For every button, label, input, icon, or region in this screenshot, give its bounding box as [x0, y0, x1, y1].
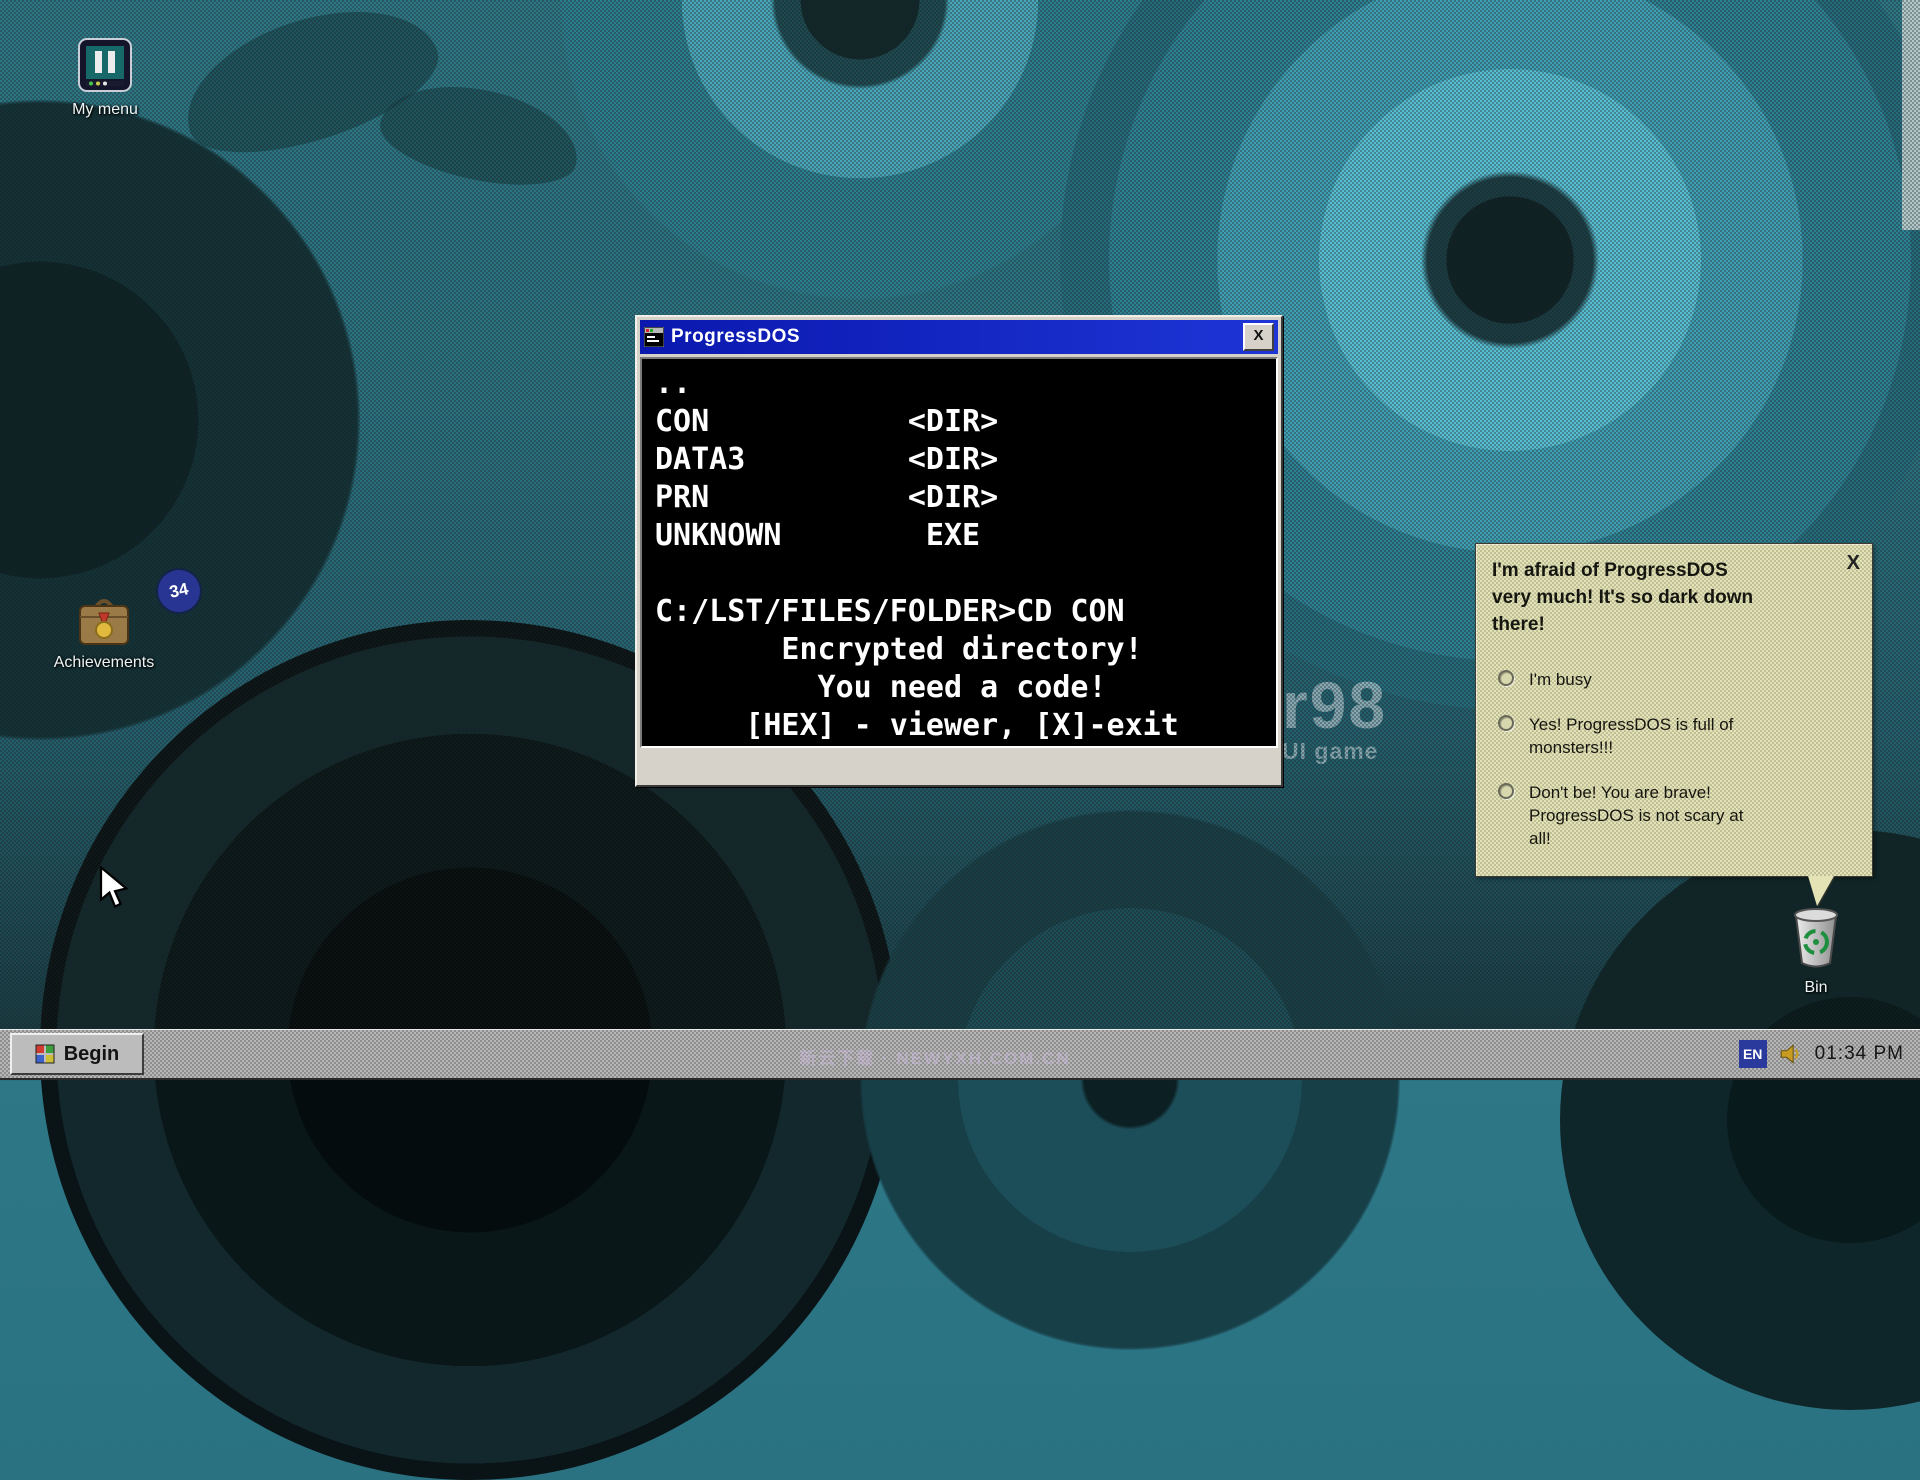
clock[interactable]: 01:34 PM — [1815, 1043, 1904, 1065]
wallpaper-watermark-line2: UI game — [1282, 740, 1387, 763]
option-im-busy[interactable]: I'm busy — [1498, 668, 1856, 691]
option-not-scary[interactable]: Don't be! You are brave! ProgressDOS is … — [1498, 781, 1856, 850]
recycle-bin-icon — [1787, 904, 1845, 970]
begin-logo-icon — [35, 1044, 55, 1064]
wallpaper-highlight — [1902, 0, 1920, 230]
close-icon[interactable]: X — [1847, 552, 1860, 575]
radio-icon[interactable] — [1498, 715, 1514, 731]
begin-button[interactable]: Begin — [10, 1033, 144, 1075]
option-label: I'm busy — [1529, 668, 1764, 691]
system-tray: EN 01:34 PM — [1739, 1040, 1910, 1068]
radio-icon[interactable] — [1498, 670, 1514, 686]
option-label: Don't be! You are brave! ProgressDOS is … — [1529, 781, 1764, 850]
desktop-icon-label: Achievements — [28, 654, 180, 672]
radio-icon[interactable] — [1498, 783, 1514, 799]
wallpaper-disc — [1560, 830, 1920, 1410]
progressdos-window: ProgressDOS X .. CON <DIR> DATA3 <DIR> P… — [635, 315, 1283, 787]
option-label: Yes! ProgressDOS is full of monsters!!! — [1529, 713, 1764, 759]
close-button[interactable]: X — [1243, 323, 1274, 351]
speaker-icon[interactable] — [1778, 1041, 1804, 1067]
my-menu-icon — [78, 38, 132, 92]
balloon-tail — [1808, 876, 1834, 906]
ms-dos-icon — [644, 327, 664, 347]
wallpaper-watermark: r98 UI game — [1282, 672, 1387, 763]
begin-button-label: Begin — [64, 1043, 120, 1066]
window-titlebar[interactable]: ProgressDOS X — [640, 320, 1278, 354]
balloon-message: I'm afraid of ProgressDOS very much! It'… — [1492, 557, 1764, 638]
language-indicator[interactable]: EN — [1739, 1040, 1767, 1068]
bin-speech-balloon: I'm afraid of ProgressDOS very much! It'… — [1475, 543, 1873, 877]
dos-terminal-screen[interactable]: .. CON <DIR> DATA3 <DIR> PRN <DIR> UNKNO… — [640, 357, 1278, 748]
site-watermark: 新云下载 · NEWYXH.COM.CN — [700, 1044, 1170, 1069]
option-full-of-monsters[interactable]: Yes! ProgressDOS is full of monsters!!! — [1498, 713, 1856, 759]
wallpaper-cd — [860, 810, 1400, 1350]
mouse-cursor — [98, 866, 132, 908]
desktop-icon-label: Bin — [1770, 979, 1862, 997]
balloon-options: I'm busy Yes! ProgressDOS is full of mon… — [1492, 668, 1856, 850]
desktop-icon-my-menu[interactable]: My menu — [50, 38, 160, 119]
desktop-icon-achievements[interactable]: 34 Achievements — [28, 592, 180, 672]
briefcase-medal-icon — [74, 592, 134, 650]
desktop-icon-bin[interactable]: Bin — [1770, 904, 1862, 997]
window-title: ProgressDOS — [671, 326, 1243, 348]
wallpaper-watermark-line1: r98 — [1282, 672, 1387, 738]
desktop-icon-label: My menu — [50, 101, 160, 119]
